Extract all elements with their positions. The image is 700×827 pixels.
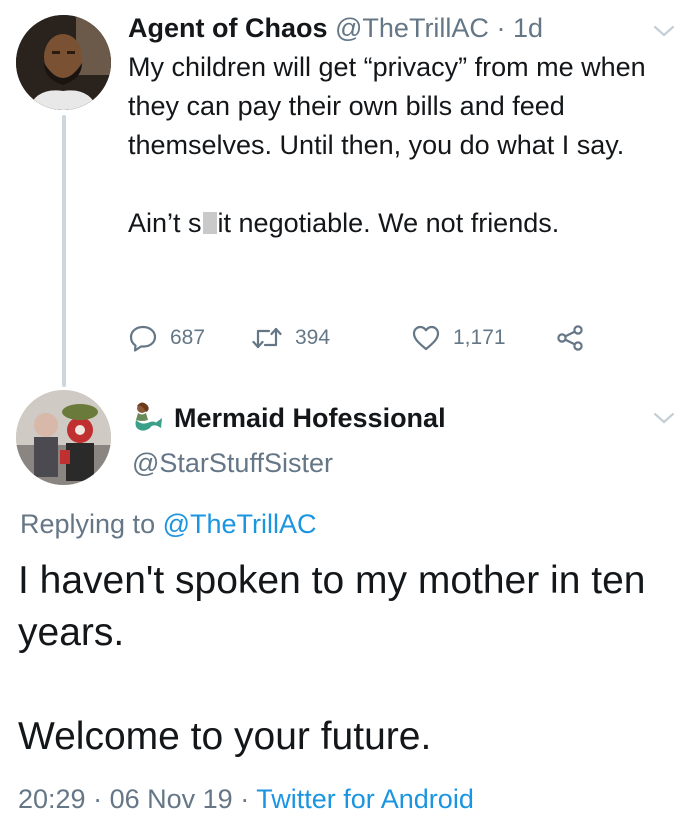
retweet-count: 394	[295, 326, 331, 349]
avatar-photo-icon	[16, 390, 111, 485]
reply-button[interactable]: 687	[128, 318, 205, 358]
tweet1-text-before-censor: Ain’t s	[128, 208, 202, 238]
heart-icon	[412, 325, 440, 351]
chevron-down-icon[interactable]	[653, 411, 675, 425]
tweet1-separator: ·	[496, 13, 506, 43]
share-icon	[557, 325, 583, 351]
retweet-icon	[252, 327, 282, 349]
avatar-agent-of-chaos[interactable]	[16, 15, 111, 110]
tweet2-source-link[interactable]: Twitter for Android	[256, 784, 474, 814]
share-button[interactable]	[555, 318, 585, 358]
reply-count: 687	[170, 326, 206, 349]
tweet2-text: I haven't spoken to my mother in ten yea…	[18, 555, 678, 763]
censor-block	[202, 212, 217, 234]
retweet-button[interactable]: 394	[251, 318, 330, 358]
replying-to-line: Replying to @TheTrillAC	[20, 504, 317, 544]
mermaid-emoji-icon	[135, 402, 162, 431]
tweet1-text-after-censor: it negotiable. We not friends.	[217, 208, 560, 238]
tweet2-paragraph-2: Welcome to your future.	[18, 715, 432, 758]
avatar-portrait-icon	[16, 15, 111, 110]
like-count: 1,171	[453, 326, 506, 349]
chevron-down-icon[interactable]	[653, 24, 675, 38]
tweet2-date: 06 Nov 19	[109, 784, 233, 814]
replying-to-label: Replying to	[20, 509, 156, 539]
thread-connector-line	[62, 115, 66, 387]
tweet1-author-name[interactable]: Agent of Chaos	[128, 13, 328, 43]
tweet1-timestamp[interactable]: 1d	[513, 13, 543, 43]
like-button[interactable]: 1,171	[411, 318, 506, 358]
tweet2-author-name: Mermaid Hofessional	[174, 402, 446, 433]
tweet2-time: 20:29	[18, 784, 86, 814]
meta-separator: ·	[240, 784, 250, 814]
tweet1-author-handle[interactable]: @TheTrillAC	[335, 13, 489, 43]
meta-separator: ·	[93, 784, 103, 814]
replying-to-handle-link[interactable]: @TheTrillAC	[163, 509, 317, 539]
tweet1-header: Agent of Chaos @TheTrillAC · 1d	[128, 8, 543, 48]
tweet2-author-name-row[interactable]: Mermaid Hofessional	[128, 398, 446, 438]
reply-icon	[129, 325, 157, 352]
tweet1-paragraph-1: My children will get “privacy” from me w…	[128, 52, 646, 160]
tweet2-paragraph-1: I haven't spoken to my mother in ten yea…	[18, 559, 646, 654]
tweet1-paragraph-2: Ain’t s it negotiable. We not friends.	[128, 204, 678, 243]
tweet1-action-bar: 687 394 1,171	[128, 318, 608, 358]
tweet2-author-handle[interactable]: @StarStuffSister	[132, 443, 333, 483]
tweet1-text: My children will get “privacy” from me w…	[128, 48, 678, 243]
tweet2-metadata: 20:29 · 06 Nov 19 · Twitter for Android	[18, 779, 474, 819]
avatar-mermaid-hofessional[interactable]	[16, 390, 111, 485]
